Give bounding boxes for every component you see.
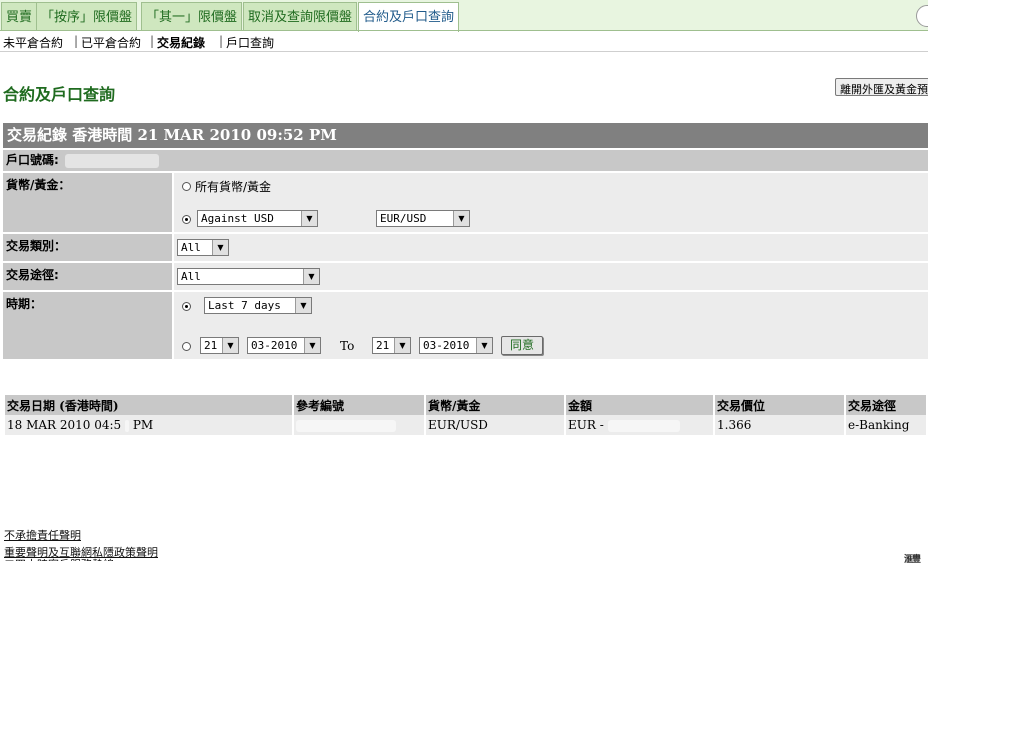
col-channel: 交易途徑 (846, 395, 926, 415)
col-amount: 金額 (566, 395, 713, 415)
chevron-down-icon: ▼ (295, 298, 311, 313)
account-number-redacted (65, 153, 159, 168)
against-currency-select[interactable]: Against USD ▼ (197, 210, 318, 227)
from-day-select[interactable]: 21 ▼ (200, 337, 239, 354)
transaction-table: 交易日期 (香港時間) 參考編號 貨幣/黃金 金額 交易價位 交易途徑 18 M… (3, 395, 928, 435)
panel-header: 交易紀錄 香港時間 21 MAR 2010 09:52 PM (3, 123, 928, 148)
cell-date-value: 18 MAR 2010 04:5 (7, 418, 122, 432)
cell-channel: e-Banking (846, 415, 926, 435)
period-label: 時期： (3, 292, 172, 359)
cell-amount: EUR - (566, 415, 713, 435)
txn-type-field: All ▼ (174, 234, 928, 261)
subnav-transaction-record[interactable]: 交易紀錄 (157, 34, 205, 51)
chevron-down-icon: ▼ (303, 269, 319, 284)
period-preset-value: Last 7 days (208, 299, 281, 312)
cell-price: 1.366 (715, 415, 844, 435)
to-day-select[interactable]: 21 ▼ (372, 337, 411, 354)
main-tab-bar: 買賣 「按序」限價盤 「其一」限價盤 取消及查詢限價盤 合約及戶口查詢 (0, 0, 928, 32)
subnav-divider (0, 51, 928, 52)
tab-bar-rule (0, 30, 928, 31)
currency-all-label: 所有貨幣/黃金 (195, 180, 272, 194)
amount-redacted (607, 419, 680, 432)
period-field: Last 7 days ▼ 21 ▼ 03-2010 ▼ To 21 ▼ 03-… (174, 292, 928, 359)
tab-contract-account-query[interactable]: 合約及戶口查詢 (358, 2, 460, 32)
currency-pair-select[interactable]: EUR/USD ▼ (376, 210, 470, 227)
col-reference: 參考編號 (294, 395, 424, 415)
currency-row: 貨幣/黃金： 所有貨幣/黃金 Against USD ▼ EUR/USD ▼ (3, 173, 928, 232)
subnav-account-query[interactable]: 戶口查詢 (226, 34, 274, 51)
subnav-separator: | (219, 34, 224, 48)
subnav-separator: | (74, 34, 79, 48)
channel-row: 交易途徑: All ▼ (3, 263, 928, 290)
browser-viewport: 買賣 「按序」限價盤 「其一」限價盤 取消及查詢限價盤 合約及戶口查詢 未平倉合… (0, 0, 928, 742)
disclaimer-link[interactable]: 不承擔責任聲明 (4, 527, 81, 543)
cell-time-suffix: PM (132, 418, 154, 432)
chevron-down-icon: ▼ (301, 211, 317, 226)
txn-type-value: All (181, 241, 201, 254)
subnav-open-contracts[interactable]: 未平倉合約 (3, 34, 63, 51)
channel-select[interactable]: All ▼ (177, 268, 320, 285)
channel-value: All (181, 270, 201, 283)
agree-button[interactable]: 同意 (501, 336, 544, 355)
chevron-down-icon: ▼ (304, 338, 320, 353)
footer-logo-mark: 滙豐 (904, 555, 921, 565)
scroll-circle-icon[interactable] (916, 5, 928, 27)
chevron-down-icon: ▼ (212, 240, 228, 255)
chevron-down-icon: ▼ (476, 338, 492, 353)
subnav-closed-contracts[interactable]: 已平倉合約 (81, 34, 141, 51)
period-range-radio[interactable] (182, 342, 191, 351)
reference-redacted (296, 419, 396, 432)
exit-fx-gold-button[interactable]: 離開外匯及黃金預 (835, 78, 928, 96)
filter-panel: 交易紀錄 香港時間 21 MAR 2010 09:52 PM 戶口號碼: 貨幣/… (3, 123, 928, 359)
cell-amount-value: EUR - (568, 418, 604, 432)
currency-field: 所有貨幣/黃金 Against USD ▼ EUR/USD ▼ (174, 173, 928, 232)
from-day-value: 21 (204, 339, 218, 352)
against-currency-value: Against USD (201, 212, 274, 225)
subnav-separator: | (150, 34, 155, 48)
to-label: To (340, 339, 355, 353)
channel-label: 交易途徑: (3, 263, 172, 290)
from-month-select[interactable]: 03-2010 ▼ (247, 337, 321, 354)
col-date: 交易日期 (香港時間) (5, 395, 292, 415)
currency-pair-value: EUR/USD (380, 212, 427, 225)
period-row: 時期： Last 7 days ▼ 21 ▼ 03-2010 ▼ To 21 ▼… (3, 292, 928, 359)
period-preset-select[interactable]: Last 7 days ▼ (204, 297, 312, 314)
txn-type-label: 交易類別： (3, 234, 172, 261)
account-row: 戶口號碼: (3, 150, 928, 171)
sub-navigation: 未平倉合約 | 已平倉合約 | 交易紀錄 | 戶口查詢 (0, 32, 928, 52)
col-price: 交易價位 (715, 395, 844, 415)
period-preset-radio[interactable] (182, 302, 191, 311)
cell-date: 18 MAR 2010 04:5 PM (5, 415, 292, 435)
cell-currency: EUR/USD (426, 415, 564, 435)
table-row: 18 MAR 2010 04:5 PM EUR/USD EUR - 1.366 … (5, 415, 926, 435)
currency-all-radio[interactable] (182, 182, 191, 191)
tab-sequential-limit-order[interactable]: 「按序」限價盤 (36, 2, 138, 30)
page-title: 合約及戶口查詢 (3, 85, 116, 104)
chevron-down-icon: ▼ (222, 338, 238, 353)
chevron-down-icon: ▼ (394, 338, 410, 353)
footer-partial-link[interactable]: 二四小時客戶服務熱線 (4, 556, 114, 561)
col-currency: 貨幣/黃金 (426, 395, 564, 415)
table-header-row: 交易日期 (香港時間) 參考編號 貨幣/黃金 金額 交易價位 交易途徑 (5, 395, 926, 415)
redacted (125, 419, 130, 432)
to-month-select[interactable]: 03-2010 ▼ (419, 337, 493, 354)
chevron-down-icon: ▼ (453, 211, 469, 226)
tab-cancel-query-limit-order[interactable]: 取消及查詢限價盤 (243, 2, 358, 30)
txn-type-select[interactable]: All ▼ (177, 239, 229, 256)
to-day-value: 21 (376, 339, 390, 352)
tab-trade[interactable]: 買賣 (1, 2, 38, 30)
currency-label: 貨幣/黃金： (3, 173, 172, 232)
account-label: 戶口號碼: (6, 153, 59, 167)
to-month-value: 03-2010 (423, 339, 470, 352)
tab-either-limit-order[interactable]: 「其一」限價盤 (141, 2, 243, 30)
channel-field: All ▼ (174, 263, 928, 290)
cell-reference (294, 415, 424, 435)
txn-type-row: 交易類別： All ▼ (3, 234, 928, 261)
currency-against-radio[interactable] (182, 215, 191, 224)
from-month-value: 03-2010 (251, 339, 298, 352)
